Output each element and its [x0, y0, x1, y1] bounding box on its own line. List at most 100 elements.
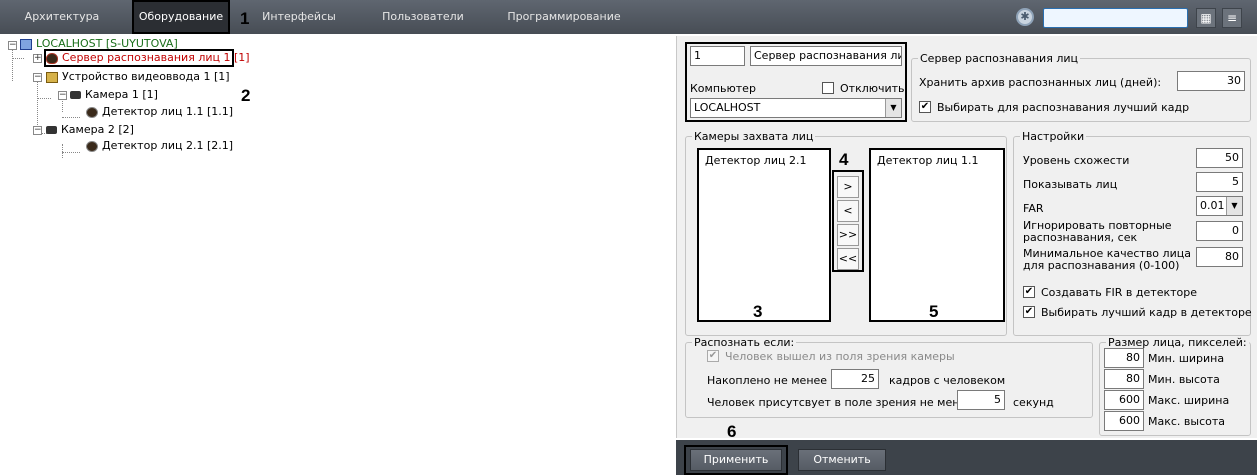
move-right-button[interactable]: > — [837, 176, 859, 198]
ignore-field[interactable]: 0 — [1196, 221, 1243, 241]
create-fir-checkbox[interactable]: ✔ — [1023, 286, 1035, 298]
tab-equipment[interactable]: Оборудование — [132, 0, 230, 34]
similarity-field[interactable]: 50 — [1196, 148, 1243, 168]
max-width-field[interactable]: 600 — [1104, 390, 1144, 410]
max-height-field[interactable]: 600 — [1104, 411, 1144, 431]
show-faces-field[interactable]: 5 — [1196, 172, 1243, 192]
video-device-icon — [46, 71, 58, 83]
tree-node-localhost[interactable]: LOCALHOST [S-UYUTOVA] — [20, 37, 178, 51]
list-item[interactable]: Детектор лиц 1.1 — [877, 154, 997, 167]
face-detector-icon — [86, 106, 98, 118]
min-width-field[interactable]: 80 — [1104, 348, 1144, 368]
tree-node-face-server[interactable]: Сервер распознавания лиц 1 [1] — [44, 49, 250, 67]
create-fir-label: Создавать FIR в детекторе — [1041, 286, 1197, 299]
annotation-3: 3 — [753, 302, 763, 321]
disable-checkbox[interactable] — [822, 82, 834, 94]
min-height-field[interactable]: 80 — [1104, 369, 1144, 389]
tree-node-detector-2-1[interactable]: Детектор лиц 2.1 [2.1] — [86, 139, 233, 153]
action-bar: Применить Отменить — [676, 440, 1257, 475]
tree-node-face-server-label: Сервер распознавания лиц 1 [1] — [62, 51, 250, 64]
face-server-icon — [46, 52, 58, 64]
present-prefix-label: Человек присутсвует в поле зрения не мен… — [707, 396, 973, 409]
collapse-camera2-icon[interactable]: − — [33, 126, 42, 135]
min-quality-label-line2: для распознавания (0-100) — [1023, 259, 1180, 272]
face-detector-icon — [86, 140, 98, 152]
min-quality-field[interactable]: 80 — [1196, 247, 1243, 267]
accumulated-prefix-label: Накоплено не менее — [707, 374, 828, 387]
annotation-2: 2 — [241, 86, 251, 105]
tree-node-camera-2-label: Камера 2 [2] — [61, 123, 134, 136]
archive-days-label: Хранить архив распознанных лиц (дней): — [919, 76, 1162, 89]
selected-detectors-list[interactable]: Детектор лиц 1.1 — [869, 148, 1005, 322]
ignore-label-line2: распознавания, сек — [1023, 231, 1138, 244]
annotation-4: 4 — [839, 150, 849, 169]
hardware-tree: − LOCALHOST [S-UYUTOVA] + Сервер распозн… — [0, 36, 676, 475]
show-faces-label: Показывать лиц — [1023, 178, 1118, 191]
tree-node-camera-1[interactable]: Камера 1 [1] — [70, 88, 158, 102]
menu-icon[interactable]: ≡ — [1222, 8, 1242, 28]
tab-architecture[interactable]: Архитектура — [22, 0, 102, 34]
object-id-field[interactable]: 1 — [690, 46, 745, 66]
search-input[interactable] — [1043, 8, 1188, 28]
far-label: FAR — [1023, 202, 1044, 215]
camera-icon — [46, 126, 57, 134]
max-height-label: Макс. высота — [1148, 415, 1226, 428]
tree-node-localhost-label: LOCALHOST [S-UYUTOVA] — [36, 37, 178, 50]
tab-interfaces[interactable]: Интерфейсы — [258, 0, 340, 34]
collapse-video-device-icon[interactable]: − — [33, 73, 42, 82]
tree-node-detector-2-1-label: Детектор лиц 2.1 [2.1] — [102, 139, 234, 152]
gear-icon[interactable]: ✱ — [1016, 8, 1034, 26]
accumulated-frames-field[interactable]: 25 — [831, 369, 879, 389]
settings-group-title: Настройки — [1020, 130, 1087, 143]
move-all-left-button[interactable]: << — [837, 248, 859, 270]
computer-select-value: LOCALHOST — [694, 101, 761, 114]
far-select[interactable]: 0.01 ▼ — [1196, 196, 1243, 216]
archive-days-field[interactable]: 30 — [1177, 71, 1245, 91]
similarity-label: Уровень схожести — [1023, 154, 1130, 167]
chevron-down-icon: ▼ — [1226, 197, 1242, 215]
list-item[interactable]: Детектор лиц 2.1 — [705, 154, 823, 167]
min-height-label: Мин. высота — [1148, 373, 1220, 386]
min-width-label: Мин. ширина — [1148, 352, 1225, 365]
apply-button[interactable]: Применить — [690, 449, 782, 471]
annotation-5: 5 — [929, 302, 939, 321]
object-name-field[interactable]: Сервер распознавания лиц — [750, 46, 902, 66]
recognize-group-title: Распознать если: — [692, 336, 797, 349]
far-select-value: 0.01 — [1200, 199, 1225, 212]
best-frame-detector-checkbox[interactable]: ✔ — [1023, 306, 1035, 318]
tab-programming[interactable]: Программирование — [505, 0, 623, 34]
computer-label: Компьютер — [690, 82, 756, 95]
annotation-1: 1 — [240, 9, 250, 28]
server-group-title: Сервер распознавания лиц — [918, 52, 1080, 65]
settings-panel: 1 Сервер распознавания лиц Компьютер Отк… — [676, 36, 1257, 441]
available-detectors-list[interactable]: Детектор лиц 2.1 — [697, 148, 831, 322]
collapse-root-icon[interactable]: − — [8, 41, 17, 50]
tree-node-camera-1-label: Камера 1 [1] — [85, 88, 158, 101]
chevron-down-icon: ▼ — [885, 99, 901, 117]
tree-node-video-device[interactable]: Устройство видеоввода 1 [1] — [46, 70, 230, 84]
grid-view-icon[interactable]: ▦ — [1196, 8, 1216, 28]
tree-node-camera-2[interactable]: Камера 2 [2] — [46, 123, 134, 137]
move-all-right-button[interactable]: >> — [837, 224, 859, 246]
left-view-label: Человек вышел из поля зрения камеры — [725, 350, 955, 363]
expand-server-icon[interactable]: + — [33, 54, 42, 63]
cancel-button[interactable]: Отменить — [798, 449, 886, 471]
best-frame-label: Выбирать для распознавания лучший кадр — [937, 101, 1190, 114]
tree-node-detector-1-1[interactable]: Детектор лиц 1.1 [1.1] — [86, 105, 233, 119]
move-left-button[interactable]: < — [837, 200, 859, 222]
present-suffix-label: секунд — [1013, 396, 1054, 409]
max-width-label: Макс. ширина — [1148, 394, 1230, 407]
present-seconds-field[interactable]: 5 — [957, 390, 1005, 410]
tree-node-detector-1-1-label: Детектор лиц 1.1 [1.1] — [102, 105, 234, 118]
camera-icon — [70, 91, 81, 99]
computer-icon — [20, 38, 32, 50]
left-view-checkbox[interactable]: ✔ — [707, 350, 719, 362]
collapse-camera1-icon[interactable]: − — [58, 91, 67, 100]
computer-select[interactable]: LOCALHOST ▼ — [690, 98, 902, 118]
tab-users[interactable]: Пользователи — [378, 0, 468, 34]
best-frame-detector-label: Выбирать лучший кадр в детекторе — [1041, 306, 1252, 319]
cameras-group-title: Камеры захвата лиц — [692, 130, 816, 143]
best-frame-checkbox[interactable]: ✔ — [919, 101, 931, 113]
top-navigation-bar: Архитектура Оборудование Интерфейсы Поль… — [0, 0, 1257, 34]
disable-label: Отключить — [840, 82, 905, 95]
